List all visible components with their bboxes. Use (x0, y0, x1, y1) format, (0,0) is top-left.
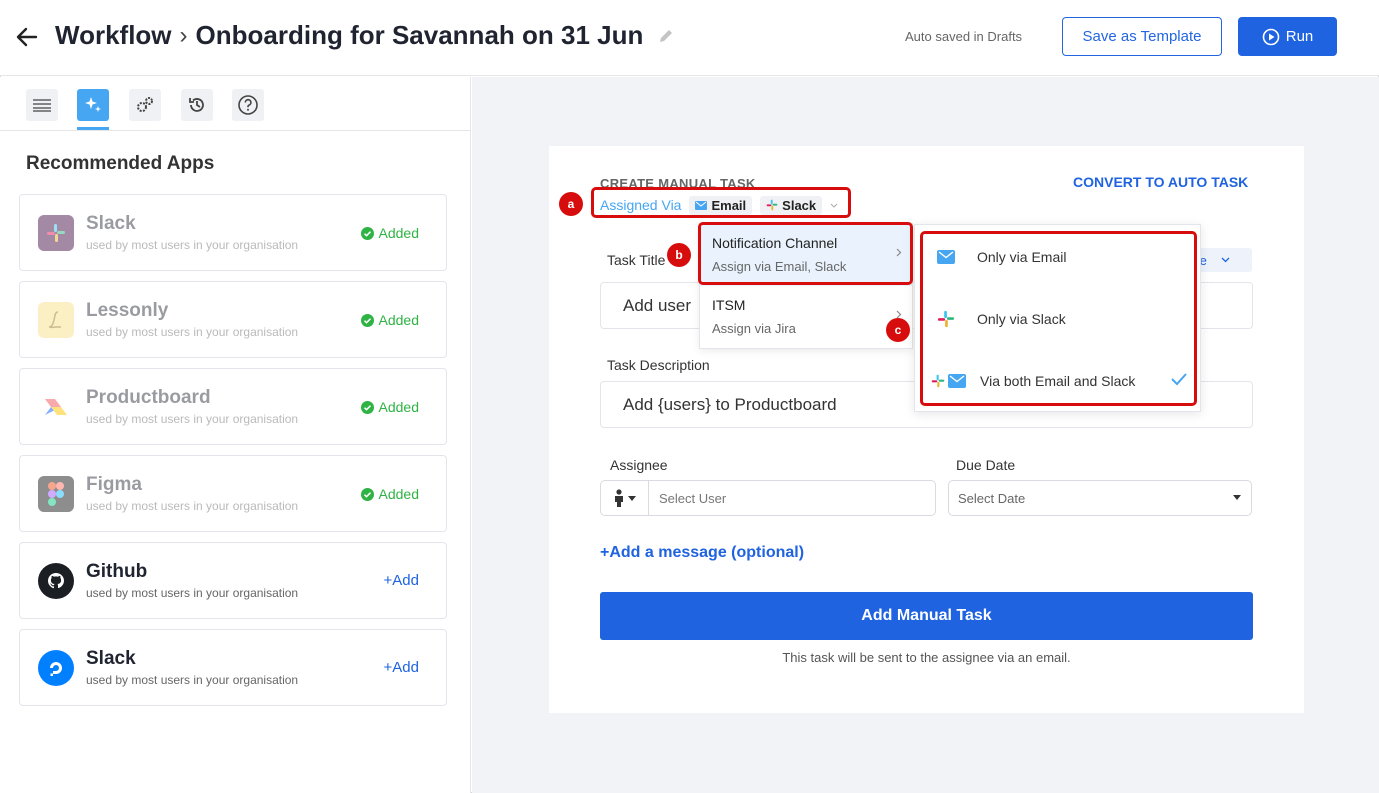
annotation-marker-c: c (886, 318, 910, 342)
added-status: Added (360, 312, 419, 328)
add-manual-task-button[interactable]: Add Manual Task (600, 592, 1253, 640)
convert-to-auto-task-link[interactable]: CONVERT TO AUTO TASK (1073, 174, 1248, 190)
check-circle-icon (360, 313, 374, 327)
add-app-button[interactable]: +Add (384, 572, 419, 589)
app-name: Slack (86, 213, 136, 234)
assignee-field[interactable]: Select User (600, 480, 936, 516)
added-label: Added (378, 225, 419, 241)
app-description: used by most users in your organisation (86, 325, 299, 339)
annotation-marker-a: a (559, 192, 583, 216)
breadcrumb-separator: › (179, 21, 188, 49)
assignee-type-dropdown[interactable] (601, 481, 649, 515)
gears-icon (137, 97, 153, 112)
breadcrumb: Workflow › Onboarding for Savannah on 31… (55, 20, 675, 51)
app-name: Figma (86, 474, 142, 495)
due-date-select[interactable]: Select Date (948, 480, 1252, 516)
app-description: used by most users in your organisation (86, 412, 299, 426)
app-description: used by most users in your organisation (86, 673, 299, 687)
added-label: Added (378, 399, 419, 415)
caret-down-icon (627, 495, 636, 501)
app-card-lessonly[interactable]: Lessonly used by most users in your orga… (19, 281, 447, 358)
added-status: Added (360, 486, 419, 502)
added-label: Added (378, 486, 419, 502)
app-description: used by most users in your organisation (86, 238, 299, 252)
app-description: used by most users in your organisation (86, 586, 299, 600)
app-description: used by most users in your organisation (86, 499, 299, 513)
digitalocean-icon (38, 650, 74, 686)
edit-pencil-icon[interactable] (657, 27, 675, 45)
active-tab-indicator (77, 127, 109, 130)
app-name: Productboard (86, 387, 211, 408)
sparkles-icon (85, 97, 101, 112)
tool-details[interactable] (26, 89, 58, 121)
task-title-label: Task Title (607, 252, 666, 268)
page-title: Onboarding for Savannah on 31 Jun (195, 20, 644, 50)
slack-icon (38, 215, 74, 251)
app-name: Github (86, 561, 148, 582)
recommended-apps-title: Recommended Apps (26, 153, 215, 174)
history-icon (189, 98, 204, 112)
app-name: Slack (86, 648, 136, 669)
check-circle-icon (360, 487, 374, 501)
due-date-label: Due Date (956, 457, 1016, 473)
app-card-github[interactable]: Github used by most users in your organi… (19, 542, 447, 619)
play-circle-icon (1262, 28, 1280, 45)
due-date-placeholder: Select Date (958, 490, 1026, 506)
app-card-slack-2[interactable]: Slack used by most users in your organis… (19, 629, 447, 706)
caret-down-icon (1233, 495, 1241, 500)
add-app-button[interactable]: +Add (384, 659, 419, 676)
run-button[interactable]: Run (1238, 17, 1337, 56)
run-label: Run (1285, 28, 1314, 45)
annotation-box-c (920, 231, 1197, 406)
lessonly-icon (38, 302, 74, 338)
breadcrumb-root[interactable]: Workflow (55, 20, 172, 51)
tool-magic[interactable] (77, 89, 109, 121)
app-card-slack[interactable]: Slack used by most users in your organis… (19, 194, 447, 271)
menu-item-itsm[interactable]: ITSM Assign via Jira (700, 286, 912, 348)
save-as-template-button[interactable]: Save as Template (1062, 17, 1222, 56)
app-card-productboard[interactable]: Productboard used by most users in your … (19, 368, 447, 445)
help-icon (238, 95, 258, 115)
panel-toolbar (0, 77, 471, 131)
productboard-icon (38, 389, 74, 425)
added-label: Added (378, 312, 419, 328)
tool-help[interactable] (232, 89, 264, 121)
task-description-label: Task Description (607, 357, 710, 373)
check-circle-icon (360, 400, 374, 414)
back-arrow-icon[interactable] (14, 24, 40, 50)
app-name: Lessonly (86, 300, 169, 321)
chevron-down-icon (1221, 257, 1230, 263)
added-status: Added (360, 225, 419, 241)
annotation-marker-b: b (667, 243, 691, 267)
menu-item-subtitle: Assign via Jira (712, 321, 796, 336)
top-header: Workflow › Onboarding for Savannah on 31… (0, 0, 1379, 76)
autosave-status: Auto saved in Drafts (905, 29, 1023, 44)
add-message-link[interactable]: +Add a message (optional) (600, 544, 804, 562)
github-icon (38, 563, 74, 599)
lines-icon (33, 99, 51, 112)
assignee-label: Assignee (610, 457, 668, 473)
left-panel: Recommended Apps Slack used by most user… (0, 77, 471, 793)
person-icon (614, 489, 623, 507)
figma-icon (38, 476, 74, 512)
task-note: This task will be sent to the assignee v… (782, 650, 1071, 665)
annotation-box-b (698, 222, 913, 285)
select-user-input[interactable]: Select User (649, 481, 935, 515)
annotation-box-a (591, 187, 851, 218)
app-card-figma[interactable]: Figma used by most users in your organis… (19, 455, 447, 532)
tool-settings[interactable] (129, 89, 161, 121)
check-circle-icon (360, 226, 374, 240)
menu-item-title: ITSM (712, 297, 746, 313)
added-status: Added (360, 399, 419, 415)
tool-history[interactable] (181, 89, 213, 121)
